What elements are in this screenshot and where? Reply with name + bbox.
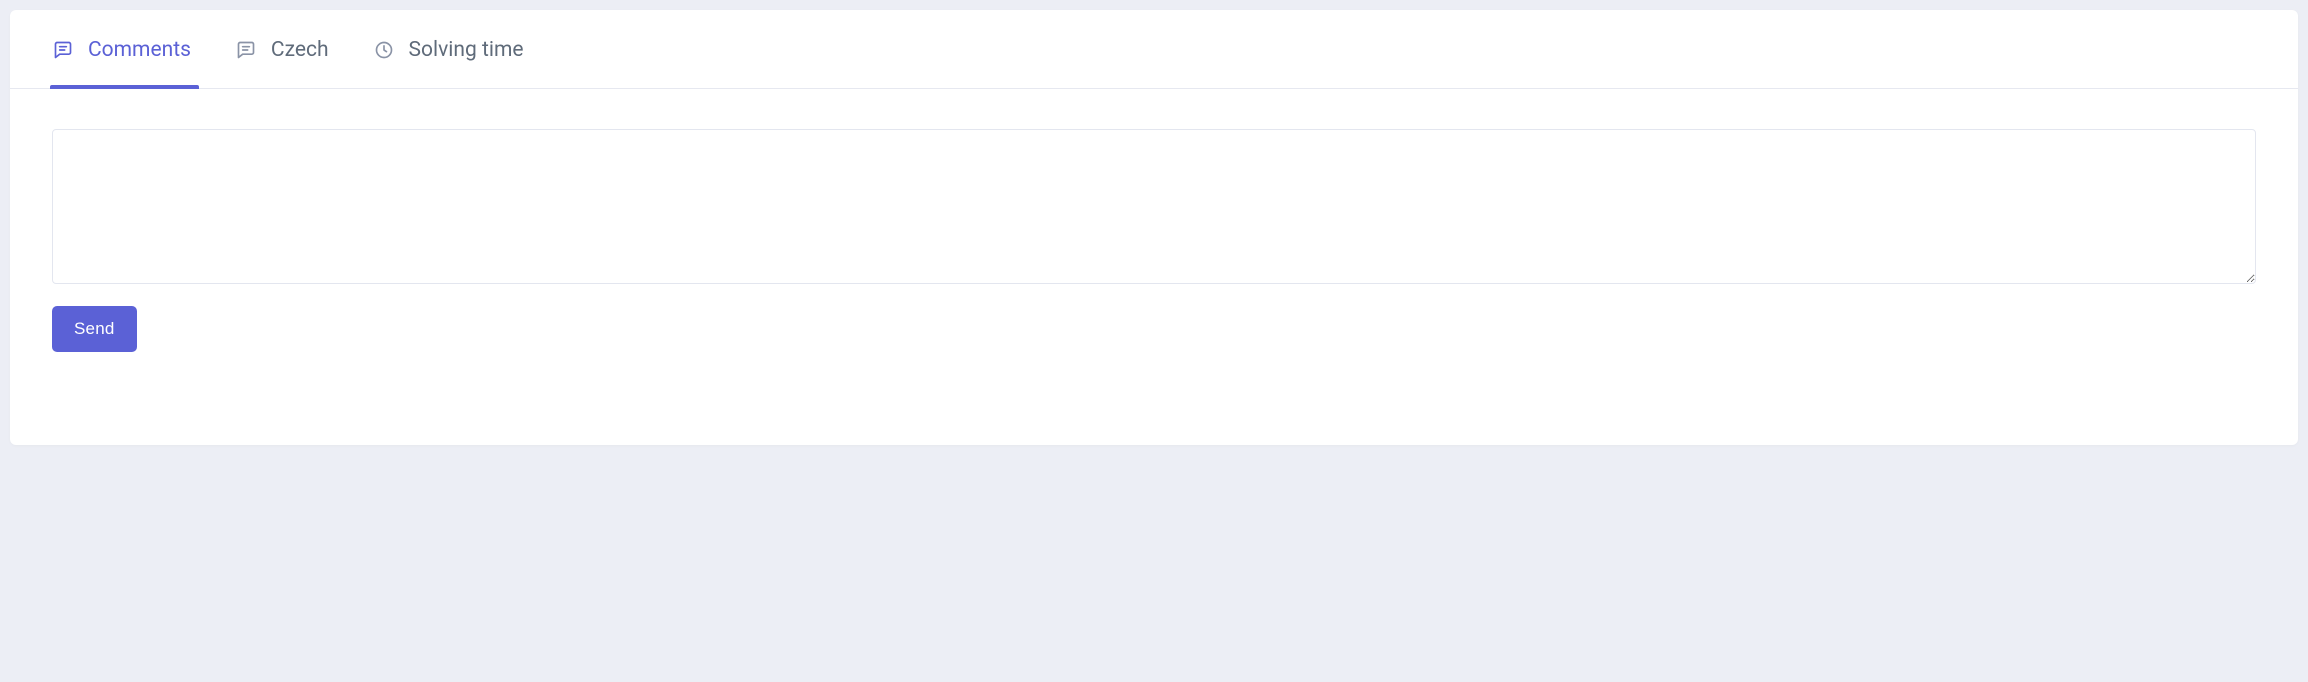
tab-body: Send [10,89,2298,394]
tabs-bar: Comments Czech Solving time [10,10,2298,89]
tab-label: Czech [271,38,329,62]
card-panel: Comments Czech Solving time [10,10,2298,445]
clock-icon [373,39,395,61]
send-button[interactable]: Send [52,306,137,352]
comment-icon [52,39,74,61]
tab-label: Solving time [409,38,524,62]
tab-label: Comments [88,38,191,62]
tab-czech[interactable]: Czech [235,10,335,88]
comment-textarea[interactable] [52,129,2256,284]
tab-solving-time[interactable]: Solving time [373,10,530,88]
comment-icon [235,39,257,61]
tab-comments[interactable]: Comments [52,10,197,88]
